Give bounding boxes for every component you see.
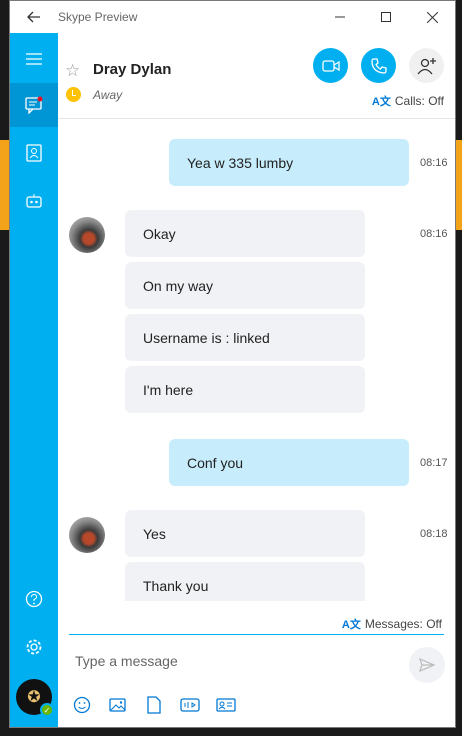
message-input[interactable]: Type a message: [75, 653, 178, 669]
contact-card-icon: [216, 698, 236, 712]
contact-avatar[interactable]: [69, 217, 105, 253]
contacts-icon: [26, 144, 42, 162]
send-file-button[interactable]: [144, 695, 164, 715]
send-icon: [419, 658, 435, 672]
minimize-button[interactable]: [317, 1, 363, 33]
message-time: 08:17: [420, 457, 448, 469]
window-title: Skype Preview: [58, 10, 138, 24]
online-presence-icon: ✓: [40, 703, 54, 717]
message-bubble[interactable]: On my way: [125, 262, 365, 309]
skype-window: Skype Preview ✪ ✓ ☆ Dray Dylan Away A文 C…: [9, 0, 456, 728]
sidebar-item-contacts[interactable]: [10, 131, 58, 175]
message-text: Yea w 335 lumby: [187, 154, 294, 171]
emoticon-button[interactable]: [72, 695, 92, 715]
send-contact-button[interactable]: [216, 695, 236, 715]
navigation-sidebar: ✪ ✓: [10, 33, 58, 727]
close-button[interactable]: [409, 1, 455, 33]
message-time: 08:18: [420, 528, 448, 540]
message-text: Okay: [143, 225, 176, 242]
maximize-button[interactable]: [363, 1, 409, 33]
conversation-header: ☆ Dray Dylan Away A文 Calls: Off: [58, 33, 455, 119]
favorite-star-icon[interactable]: ☆: [65, 61, 80, 81]
messages-setting-label: Messages: Off: [364, 617, 442, 631]
messages-translation-setting[interactable]: A文 Messages: Off: [342, 616, 442, 632]
audio-call-button[interactable]: [361, 48, 396, 83]
contact-status: Away: [93, 88, 123, 102]
translator-icon: A文: [371, 96, 391, 108]
title-bar: Skype Preview: [10, 1, 455, 33]
audio-call-icon: [370, 57, 387, 74]
message-text: I'm here: [143, 381, 194, 398]
video-call-button[interactable]: [313, 48, 348, 83]
sidebar-item-bots[interactable]: [10, 179, 58, 223]
message-time: 08:16: [420, 228, 448, 240]
message-bubble[interactable]: Yea w 335 lumby: [169, 139, 409, 186]
maximize-icon: [381, 12, 391, 22]
message-text: Yes: [143, 525, 166, 542]
emoticon-icon: [73, 696, 91, 714]
message-list[interactable]: Yea w 335 lumby 08:16 Okay 08:16 On my w…: [58, 120, 455, 601]
image-icon: [109, 698, 126, 712]
message-bubble[interactable]: Yes: [125, 510, 365, 557]
back-button[interactable]: [10, 1, 58, 33]
help-button[interactable]: [10, 577, 58, 621]
menu-button[interactable]: [10, 37, 58, 81]
contact-avatar[interactable]: [69, 517, 105, 553]
composer-divider: [69, 634, 444, 635]
video-message-icon: [180, 698, 200, 712]
message-bubble[interactable]: I'm here: [125, 366, 365, 413]
message-bubble[interactable]: Username is : linked: [125, 314, 365, 361]
settings-icon: [26, 639, 42, 655]
message-text: On my way: [143, 277, 214, 294]
contact-name[interactable]: Dray Dylan: [93, 61, 171, 78]
translator-icon: A文: [341, 619, 361, 631]
file-icon: [147, 696, 161, 714]
away-clock-icon: [66, 87, 81, 102]
minimize-icon: [335, 16, 345, 18]
sidebar-item-chats[interactable]: [10, 83, 58, 127]
message-time: 08:16: [420, 157, 448, 169]
calls-translation-setting[interactable]: A文 Calls: Off: [372, 93, 444, 109]
close-icon: [426, 11, 438, 23]
video-message-button[interactable]: [180, 695, 200, 715]
help-icon: [25, 590, 43, 608]
message-bubble[interactable]: Thank you: [125, 562, 365, 601]
message-text: Conf you: [187, 454, 244, 471]
message-text: Thank you: [143, 577, 209, 594]
hamburger-menu-icon: [26, 53, 42, 65]
message-text: Username is : linked: [143, 329, 270, 346]
desktop-background-right: [456, 140, 462, 230]
send-button[interactable]: [409, 647, 445, 683]
send-image-button[interactable]: [108, 695, 128, 715]
back-arrow-icon: [27, 11, 40, 23]
add-people-button[interactable]: [409, 48, 444, 83]
video-call-icon: [321, 59, 340, 72]
message-bubble[interactable]: Okay: [125, 210, 365, 257]
profile-emblem-icon: ✪: [27, 689, 41, 706]
calls-setting-label: Calls: Off: [394, 94, 444, 108]
my-profile-avatar[interactable]: ✪ ✓: [16, 679, 54, 717]
message-bubble[interactable]: Conf you: [169, 439, 409, 486]
settings-button[interactable]: [10, 625, 58, 669]
add-people-icon: [416, 57, 436, 74]
chats-icon: [25, 96, 43, 114]
bots-icon: [26, 194, 42, 208]
